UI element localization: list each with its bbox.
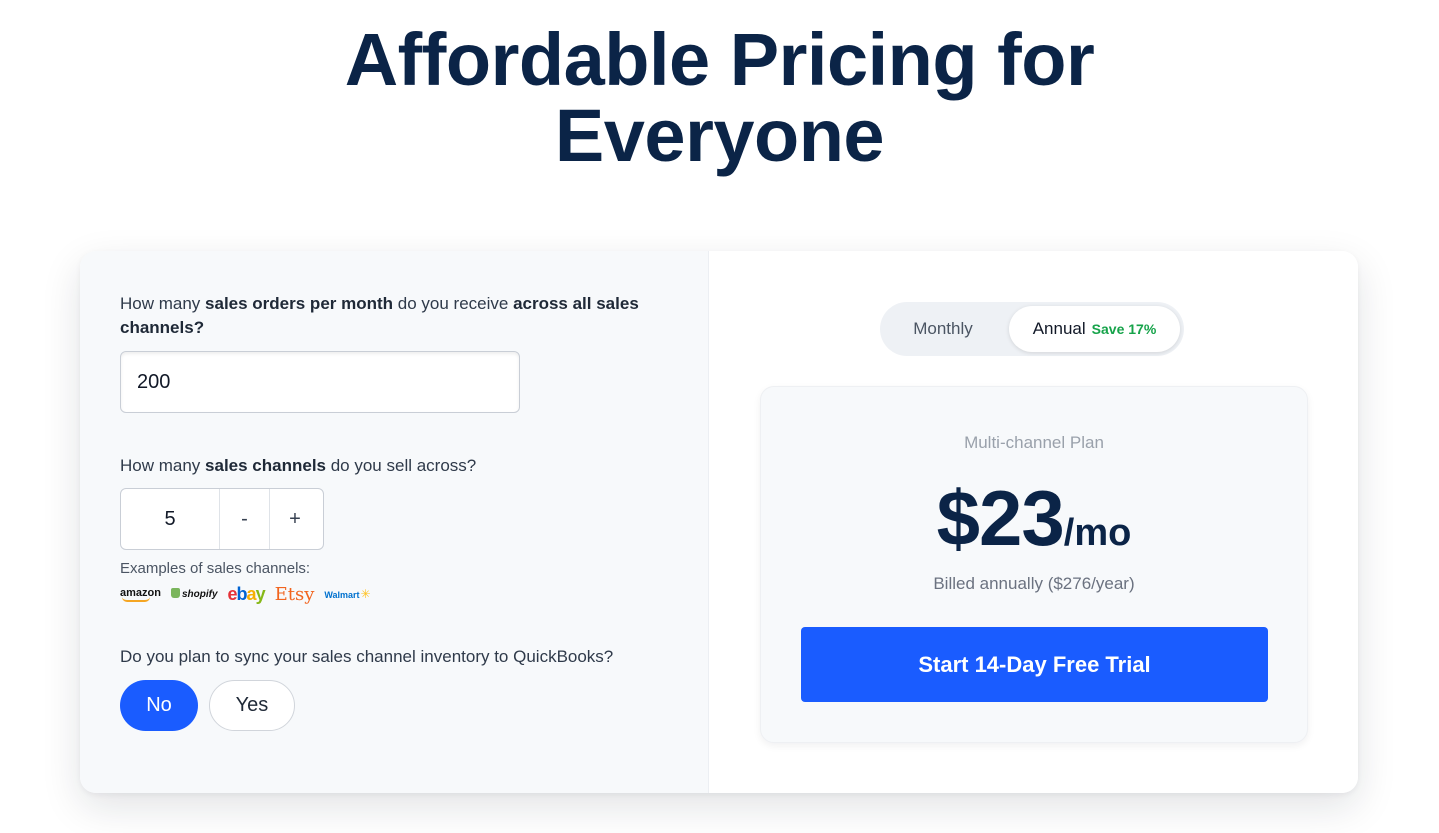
page-title-line-2: Everyone — [554, 94, 885, 177]
examples-label: Examples of sales channels: — [120, 560, 311, 577]
sync-question: Do you plan to sync your sales channel i… — [120, 647, 614, 666]
decrement-button[interactable]: - — [220, 489, 270, 549]
sales-channels-stepper: 5 - + — [120, 488, 324, 550]
plan-panel: Monthly Annual Save 17% Multi-channel Pl… — [709, 251, 1358, 793]
etsy-logo: Etsy — [274, 583, 315, 605]
orders-question: How many sales orders per month do you r… — [120, 294, 639, 337]
pricing-calculator-card: How many sales orders per month do you r… — [80, 251, 1358, 793]
sales-channels-value[interactable]: 5 — [121, 489, 220, 549]
plan-price: $23/mo — [761, 473, 1307, 564]
ebay-logo: ebay — [227, 583, 266, 604]
start-free-trial-button[interactable]: Start 14-Day Free Trial — [801, 627, 1268, 702]
sync-yes-button[interactable]: Yes — [209, 680, 295, 731]
monthly-option[interactable]: Monthly — [880, 302, 1006, 356]
price-amount: $23 — [936, 474, 1065, 562]
sales-channel-logos: amazon shopify ebay Etsy Walmart✳ — [120, 583, 371, 605]
calculator-panel: How many sales orders per month do you r… — [80, 251, 709, 793]
billing-note: Billed annually ($276/year) — [933, 574, 1135, 593]
annual-label: Annual — [1032, 319, 1086, 338]
amazon-logo: amazon — [120, 587, 161, 602]
sales-orders-input[interactable] — [120, 351, 520, 413]
billing-period-toggle: Monthly Annual Save 17% — [880, 302, 1184, 356]
page-title-line-1: Affordable Pricing for — [344, 18, 1095, 101]
save-badge: Save 17% — [1091, 321, 1157, 337]
shopify-logo: shopify — [170, 588, 218, 600]
annual-option[interactable]: Annual Save 17% — [1009, 306, 1180, 352]
channels-question: How many sales channels do you sell acro… — [120, 456, 477, 475]
plan-card: Multi-channel Plan $23/mo Billed annuall… — [760, 386, 1308, 743]
walmart-logo: Walmart✳ — [324, 587, 371, 601]
plan-name: Multi-channel Plan — [964, 433, 1104, 452]
walmart-spark-icon: ✳ — [360, 587, 371, 601]
increment-button[interactable]: + — [270, 489, 320, 549]
page-title: Affordable Pricing for Everyone — [0, 22, 1439, 174]
shopify-bag-icon — [170, 588, 180, 598]
sync-no-button[interactable]: No — [120, 680, 198, 731]
price-period: /mo — [1063, 512, 1132, 554]
